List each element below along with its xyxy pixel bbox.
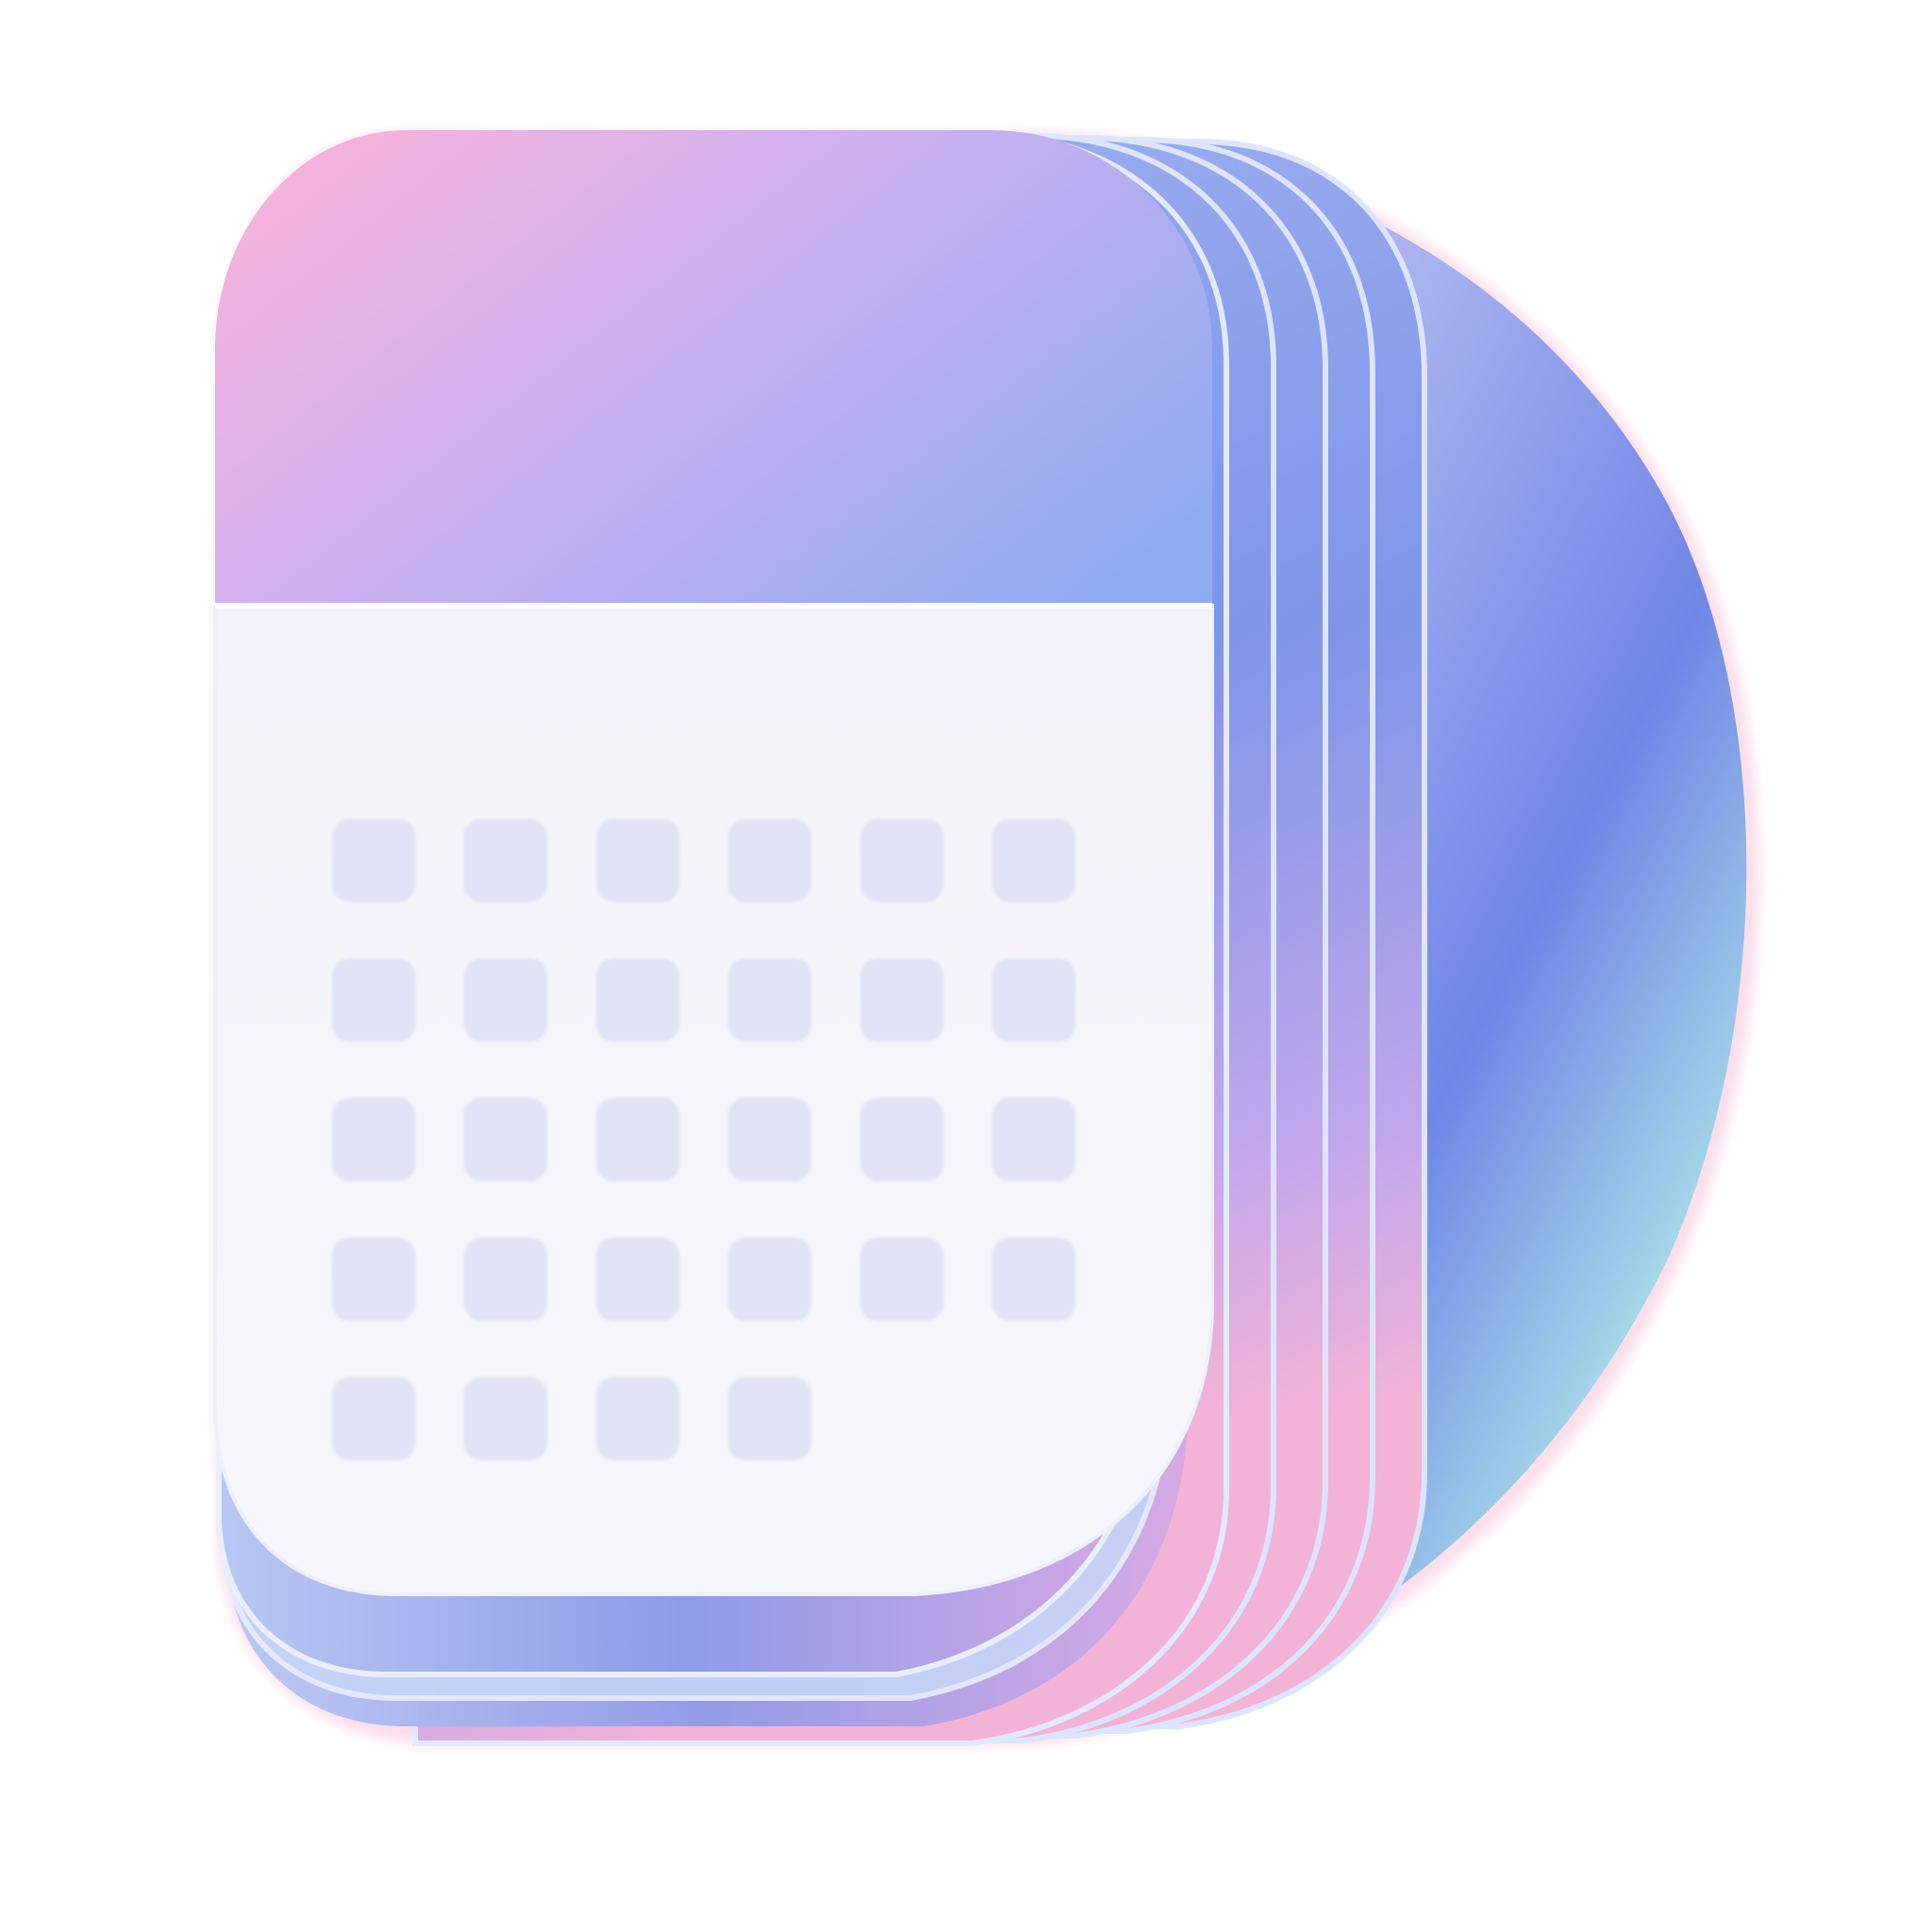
day-cell [464, 819, 547, 902]
day-cell [332, 958, 415, 1041]
day-cell [332, 819, 415, 902]
day-cell [464, 1098, 547, 1181]
day-cell [860, 1098, 943, 1181]
day-cell [596, 1098, 679, 1181]
day-cell [596, 1238, 679, 1321]
day-cell [992, 1238, 1075, 1321]
day-cell [596, 819, 679, 902]
app-icon-stage [0, 0, 1932, 1932]
day-cell [464, 1238, 547, 1321]
day-cell [728, 1377, 811, 1460]
calendar-app-icon [213, 130, 1760, 1746]
day-cell [728, 1098, 811, 1181]
day-cell [332, 1377, 415, 1460]
day-cell [860, 958, 943, 1041]
day-cell [596, 1377, 679, 1460]
day-cell [992, 958, 1075, 1041]
day-cell [728, 819, 811, 902]
day-cell [332, 1098, 415, 1181]
day-cell [992, 819, 1075, 902]
day-cell [992, 1098, 1075, 1181]
day-cell [464, 958, 547, 1041]
day-cell [728, 958, 811, 1041]
day-cell [860, 1238, 943, 1321]
day-cell [464, 1377, 547, 1460]
day-cell [728, 1238, 811, 1321]
day-cell [860, 819, 943, 902]
day-cell [596, 958, 679, 1041]
calendar-header-band [215, 130, 1212, 606]
day-cell [332, 1238, 415, 1321]
